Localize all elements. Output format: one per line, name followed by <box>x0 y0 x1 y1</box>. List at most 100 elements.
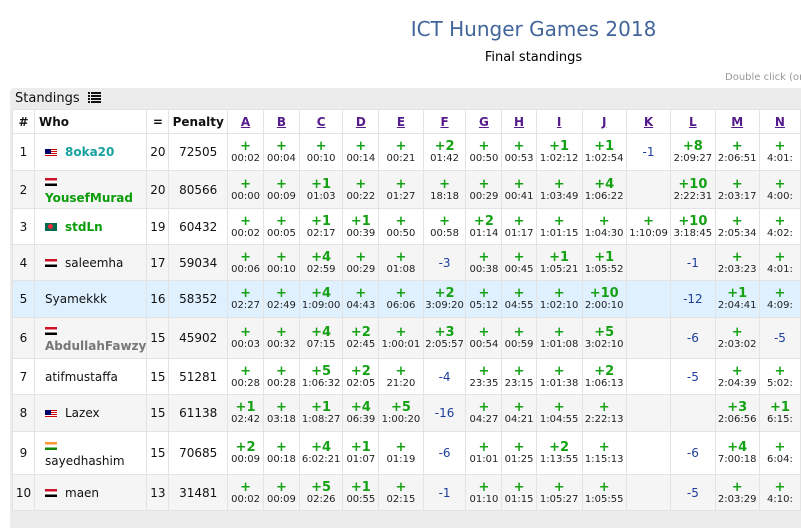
contestant-name[interactable]: Syamekkk <box>45 292 107 306</box>
contestant-name[interactable]: Lazex <box>65 406 100 420</box>
problem-cell-b[interactable]: +00:18 <box>262 431 300 475</box>
problem-cell-c[interactable]: +4 6:02:21 <box>298 431 344 475</box>
problem-cell-f[interactable]: -3 <box>422 244 467 281</box>
problem-cell-h[interactable]: +00:53 <box>501 133 537 171</box>
problem-cell-j[interactable]: +4 1:06:22 <box>581 170 627 209</box>
problem-cell-n[interactable]: +4:01: <box>758 244 801 281</box>
problem-cell-l[interactable]: -6 <box>670 431 716 475</box>
problem-header-c[interactable]: C <box>298 109 344 134</box>
problem-header-k[interactable]: K <box>625 109 672 134</box>
problem-cell-l[interactable]: -1 <box>670 244 716 281</box>
problem-cell-n[interactable]: +4:09: <box>758 280 801 318</box>
problem-cell-d[interactable]: +1 01:07 <box>342 431 380 475</box>
problem-cell-i[interactable]: +1:02:10 <box>535 280 583 318</box>
problem-cell-d[interactable]: +04:43 <box>342 280 380 318</box>
problem-cell-b[interactable]: +00:04 <box>262 133 300 171</box>
problem-cell-i[interactable]: +1:04:55 <box>535 394 583 432</box>
problem-cell-j[interactable]: +1 1:05:52 <box>581 244 627 281</box>
problem-header-h[interactable]: H <box>501 109 537 134</box>
contestant-cell[interactable]: maen <box>33 474 148 511</box>
problem-cell-j[interactable]: +10 2:00:10 <box>581 280 627 318</box>
problem-cell-h[interactable]: +00:45 <box>501 244 537 281</box>
problem-cell-l[interactable]: +10 2:22:31 <box>670 170 716 209</box>
problem-cell-a[interactable]: +00:02 <box>227 474 264 511</box>
problem-cell-k[interactable] <box>625 394 672 432</box>
problem-cell-a[interactable]: +2 00:09 <box>227 431 264 475</box>
problem-cell-c[interactable]: +5 02:26 <box>298 474 344 511</box>
problem-cell-b[interactable]: +00:28 <box>262 358 300 395</box>
problem-cell-f[interactable]: -16 <box>422 394 467 432</box>
problem-cell-g[interactable]: +00:50 <box>465 133 503 171</box>
problem-cell-c[interactable]: +1 02:17 <box>298 208 344 245</box>
problem-cell-f[interactable]: +3 2:05:57 <box>422 317 467 359</box>
problem-cell-d[interactable]: +00:29 <box>342 244 380 281</box>
problem-cell-k[interactable] <box>625 358 672 395</box>
problem-cell-h[interactable]: +04:55 <box>501 280 537 318</box>
problem-cell-n[interactable]: +4:01: <box>758 133 801 171</box>
problem-cell-g[interactable]: +23:35 <box>465 358 503 395</box>
problem-cell-l[interactable]: -12 <box>670 280 716 318</box>
problem-cell-n[interactable]: +6:04: <box>758 431 801 475</box>
problem-cell-j[interactable]: +1:15:13 <box>581 431 627 475</box>
problem-cell-i[interactable]: +1:01:15 <box>535 208 583 245</box>
problem-cell-b[interactable]: +00:32 <box>262 317 300 359</box>
problem-cell-i[interactable]: +1:01:08 <box>535 317 583 359</box>
problem-cell-a[interactable]: +02:27 <box>227 280 264 318</box>
contestant-name[interactable]: saleemha <box>65 256 123 270</box>
contestant-name[interactable]: maen <box>65 486 99 500</box>
problem-cell-h[interactable]: +04:21 <box>501 394 537 432</box>
problem-cell-f[interactable]: -6 <box>422 431 467 475</box>
problem-cell-b[interactable]: +02:49 <box>262 280 300 318</box>
problem-cell-e[interactable]: +06:06 <box>378 280 424 318</box>
problem-cell-m[interactable]: +2:03:17 <box>714 170 760 209</box>
problem-cell-n[interactable]: -5 <box>758 317 801 359</box>
problem-header-l[interactable]: L <box>670 109 716 134</box>
problem-cell-l[interactable]: -5 <box>670 474 716 511</box>
problem-cell-d[interactable]: +2 02:05 <box>342 358 380 395</box>
problem-cell-m[interactable]: +2:03:29 <box>714 474 760 511</box>
problem-cell-e[interactable]: +01:27 <box>378 170 424 209</box>
problem-cell-n[interactable]: +1 6:15: <box>758 394 801 432</box>
problem-cell-e[interactable]: +00:50 <box>378 208 424 245</box>
problem-cell-k[interactable] <box>625 170 672 209</box>
problem-cell-d[interactable]: +2 02:45 <box>342 317 380 359</box>
problem-cell-f[interactable]: -1 <box>422 474 467 511</box>
problem-cell-f[interactable]: +18:18 <box>422 170 467 209</box>
problem-cell-f[interactable]: +2 3:09:20 <box>422 280 467 318</box>
table-row[interactable]: 9 sayedhashim 15 70685 +2 00:09 +00:18 +4 6:02:2… <box>12 431 801 475</box>
table-row[interactable]: 4 saleemha 17 59034 +00:06 +00:10 +4 02:59 +00:2… <box>12 244 801 281</box>
problem-cell-b[interactable]: +00:05 <box>262 208 300 245</box>
problem-cell-g[interactable]: +01:10 <box>465 474 503 511</box>
problem-cell-m[interactable]: +2:06:51 <box>714 133 760 171</box>
contestant-name[interactable]: atifmustaffa <box>45 370 118 384</box>
problem-header-g[interactable]: G <box>465 109 503 134</box>
problem-header-i[interactable]: I <box>535 109 583 134</box>
problem-cell-n[interactable]: +4:00: <box>758 170 801 209</box>
problem-cell-g[interactable]: +05:12 <box>465 280 503 318</box>
standings-header[interactable]: Standings <box>15 91 101 106</box>
problem-cell-i[interactable]: +1:05:27 <box>535 474 583 511</box>
problem-cell-m[interactable]: +2:04:39 <box>714 358 760 395</box>
problem-cell-g[interactable]: +04:27 <box>465 394 503 432</box>
problem-cell-h[interactable]: +01:15 <box>501 474 537 511</box>
contestant-name[interactable]: 8oka20 <box>65 145 114 159</box>
problem-cell-j[interactable]: +5 3:02:10 <box>581 317 627 359</box>
problem-cell-b[interactable]: +00:09 <box>262 474 300 511</box>
problem-cell-d[interactable]: +00:22 <box>342 170 380 209</box>
problem-cell-a[interactable]: +00:00 <box>227 170 264 209</box>
problem-header-d[interactable]: D <box>342 109 380 134</box>
problem-cell-k[interactable]: -1 <box>625 133 672 171</box>
problem-cell-c[interactable]: +1 01:03 <box>298 170 344 209</box>
problem-cell-g[interactable]: +00:38 <box>465 244 503 281</box>
problem-cell-f[interactable]: +2 01:42 <box>422 133 467 171</box>
problem-cell-c[interactable]: +4 1:09:00 <box>298 280 344 318</box>
problem-header-f[interactable]: F <box>422 109 467 134</box>
problem-cell-c[interactable]: +4 07:15 <box>298 317 344 359</box>
contestant-name[interactable]: AbdullahFawzy <box>45 339 146 353</box>
contestant-cell[interactable]: 8oka20 <box>33 133 148 171</box>
problem-cell-j[interactable]: +1:04:30 <box>581 208 627 245</box>
problem-cell-e[interactable]: +01:19 <box>378 431 424 475</box>
problem-cell-f[interactable]: +00:58 <box>422 208 467 245</box>
problem-cell-d[interactable]: +00:14 <box>342 133 380 171</box>
problem-cell-c[interactable]: +00:10 <box>298 133 344 171</box>
